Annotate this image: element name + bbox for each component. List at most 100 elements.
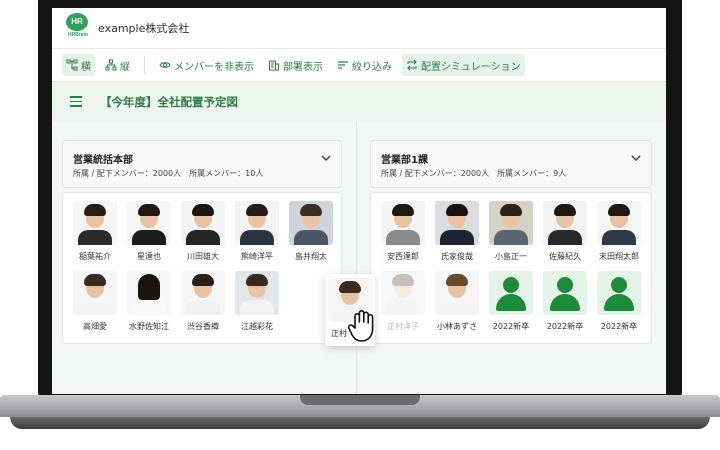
member-photo <box>597 201 641 245</box>
department-name: 営業統括本部 <box>73 155 133 166</box>
department-card-sales-1[interactable]: 営業部1課 所属 / 配下メンバー：2000人 所属メンバー：9人 <box>370 140 652 188</box>
member-name: 江越彩花 <box>241 322 273 331</box>
member-grid-sales-1: 安西達郎 氏家俊哉 小島正一 佐藤紀久 末田翔太郎 正村洋子 小林あずさ 202… <box>370 192 652 344</box>
member-name: 渋谷香織 <box>187 322 219 331</box>
member-card[interactable]: 小林あずさ <box>431 271 483 341</box>
member-photo <box>127 201 171 245</box>
member-card[interactable]: 佐藤紀久 <box>539 201 591 271</box>
member-photo <box>435 201 479 245</box>
member-card[interactable]: 2022新卒 <box>539 271 591 341</box>
logo-mark: HR <box>66 13 88 31</box>
filter-button[interactable]: 絞り込み <box>333 54 396 76</box>
member-card[interactable]: 島井翔太 <box>285 201 337 271</box>
member-card[interactable]: 江越彩花 <box>231 271 283 341</box>
member-card[interactable]: 稲葉祐介 <box>69 201 121 271</box>
eye-icon <box>159 62 171 68</box>
member-photo <box>489 201 533 245</box>
new-hire-avatar-icon <box>597 271 641 315</box>
show-departments-label: 部署表示 <box>283 61 323 73</box>
member-name: 水野佐知江 <box>129 322 169 331</box>
member-card[interactable]: 安西達郎 <box>377 201 429 271</box>
member-photo <box>381 201 425 245</box>
laptop-base-bottom <box>10 417 710 429</box>
member-name: 稲葉祐介 <box>79 252 111 261</box>
laptop-base <box>0 395 720 450</box>
member-name: 安西達郎 <box>387 252 419 261</box>
member-name: 2022新卒 <box>546 322 584 331</box>
app-screen: HR HRBrain example株式会社 横 縦 メンバーを非表示 部署表示 <box>52 8 666 394</box>
building-icon <box>269 60 279 71</box>
toolbar-group: 横 縦 メンバーを非表示 部署表示 絞り込み 配置シミュレーション <box>62 54 525 76</box>
member-card[interactable]: 2022新卒 <box>485 271 537 341</box>
member-card[interactable]: 熊崎洋平 <box>231 201 283 271</box>
member-name: 小島正一 <box>495 252 527 261</box>
member-photo <box>181 271 225 315</box>
member-photo <box>235 271 279 315</box>
member-photo <box>289 201 333 245</box>
toolbar: 横 縦 メンバーを非表示 部署表示 絞り込み 配置シミュレーション <box>52 49 666 82</box>
member-name: 2022新卒 <box>600 322 638 331</box>
member-name: 小林あずさ <box>437 322 477 331</box>
department-card-sales-hq[interactable]: 営業統括本部 所属 / 配下メンバー：2000人 所属メンバー：10人 <box>62 140 342 188</box>
member-name: 島井翔太 <box>295 252 327 261</box>
member-card[interactable]: 星達也 <box>123 201 175 271</box>
filter-label: 絞り込み <box>352 61 392 73</box>
hide-members-label: メンバーを非表示 <box>174 61 254 73</box>
vertical-layout-button[interactable]: 縦 <box>101 54 134 76</box>
member-card[interactable]: 小島正一 <box>485 201 537 271</box>
page-title-bar: 【今年度】全社配置予定図 <box>52 82 666 122</box>
app-header: HR HRBrain example株式会社 <box>52 8 666 49</box>
vertical-tree-icon <box>105 59 117 71</box>
filter-icon <box>338 61 348 69</box>
member-name: 2022新卒 <box>492 322 530 331</box>
grab-hand-cursor-icon <box>347 310 374 342</box>
member-photo <box>73 201 117 245</box>
laptop-base-notch <box>300 395 420 405</box>
member-card[interactable]: 渋谷香織 <box>177 271 229 341</box>
member-photo <box>127 271 171 315</box>
member-name: 佐藤紀久 <box>549 252 581 261</box>
member-name: 末田翔太郎 <box>599 252 639 261</box>
member-grid-sales-hq: 稲葉祐介 星達也 川田雄大 熊崎洋平 島井翔太 高畑愛 水野佐知江 渋谷香織 江… <box>62 192 342 344</box>
member-name: 熊崎洋平 <box>241 252 273 261</box>
vertical-layout-label: 縦 <box>120 61 130 73</box>
hide-members-button[interactable]: メンバーを非表示 <box>155 54 258 76</box>
member-photo <box>543 201 587 245</box>
laptop-floor <box>0 429 720 450</box>
member-name: 川田雄大 <box>187 252 219 261</box>
department-meta: 所属 / 配下メンバー：2000人 所属メンバー：10人 <box>73 169 264 178</box>
menu-icon[interactable] <box>70 96 82 107</box>
member-card[interactable]: 高畑愛 <box>69 271 121 341</box>
member-photo <box>381 271 425 315</box>
department-meta: 所属 / 配下メンバー：2000人 所属メンバー：9人 <box>381 169 567 178</box>
member-photo <box>181 201 225 245</box>
member-card[interactable]: 氏家俊哉 <box>431 201 483 271</box>
chevron-down-icon[interactable] <box>321 153 331 163</box>
horizontal-layout-label: 横 <box>81 61 91 73</box>
member-card[interactable]: 川田雄大 <box>177 201 229 271</box>
member-photo <box>235 201 279 245</box>
new-hire-avatar-icon <box>543 271 587 315</box>
placement-simulation-label: 配置シミュレーション <box>421 61 521 73</box>
chevron-down-icon[interactable] <box>631 153 641 163</box>
org-chart-canvas: 営業統括本部 所属 / 配下メンバー：2000人 所属メンバー：10人 稲葉祐介… <box>52 122 666 394</box>
placement-simulation-button[interactable]: 配置シミュレーション <box>402 54 525 76</box>
member-photo <box>435 271 479 315</box>
page-title: 【今年度】全社配置予定図 <box>100 95 238 109</box>
member-card[interactable]: 2022新卒 <box>593 271 645 341</box>
column-divider <box>356 122 357 394</box>
swap-icon <box>407 59 417 71</box>
member-card[interactable]: 末田翔太郎 <box>593 201 645 271</box>
member-name: 星達也 <box>137 252 161 261</box>
logo-subtext: HRBrain <box>67 32 88 38</box>
horizontal-layout-button[interactable]: 横 <box>62 54 95 76</box>
member-name: 正村洋子 <box>387 322 419 331</box>
show-departments-button[interactable]: 部署表示 <box>264 54 327 76</box>
new-hire-avatar-icon <box>489 271 533 315</box>
department-name: 営業部1課 <box>381 155 428 166</box>
hrbrain-logo[interactable]: HR HRBrain <box>64 13 92 41</box>
member-photo <box>73 271 117 315</box>
member-card[interactable]: 水野佐知江 <box>123 271 175 341</box>
toolbar-divider <box>144 56 145 74</box>
company-name: example株式会社 <box>98 22 190 35</box>
